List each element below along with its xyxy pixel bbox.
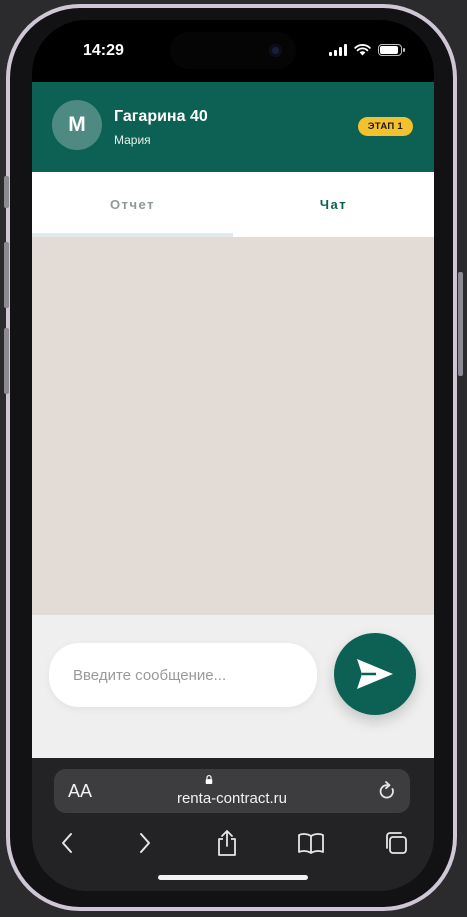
back-button[interactable] — [52, 828, 82, 858]
bookmarks-button[interactable] — [296, 828, 326, 858]
stage-badge: ЭТАП 1 — [357, 117, 413, 136]
send-icon — [357, 659, 393, 689]
side-button-power — [458, 272, 463, 376]
chat-messages-area[interactable] — [32, 237, 434, 615]
cellular-signal-icon — [329, 44, 347, 56]
status-bar: 14:29 — [32, 20, 434, 82]
status-time: 14:29 — [83, 42, 124, 59]
forward-icon — [140, 833, 150, 853]
lock-icon — [205, 775, 213, 784]
battery-icon — [378, 44, 405, 56]
side-button-action — [4, 176, 9, 208]
tab-bar: Отчет Чат — [32, 172, 434, 237]
tabs-button[interactable] — [381, 828, 411, 858]
phone-screen: 14:29 M Гагарина 40 Мария ЭТАП 1 Отчет Ч… — [32, 20, 434, 891]
home-indicator[interactable] — [158, 875, 308, 880]
send-button[interactable] — [334, 633, 416, 715]
address-bar[interactable]: AA renta-contract.ru — [54, 769, 410, 813]
forward-button[interactable] — [130, 828, 160, 858]
chat-title: Гагарина 40 — [114, 108, 208, 125]
tabs-icon — [386, 832, 407, 854]
browser-chrome: AA renta-contract.ru — [32, 758, 434, 891]
avatar[interactable]: M — [52, 100, 102, 150]
bookmarks-icon — [298, 833, 324, 854]
reload-icon[interactable] — [378, 781, 396, 801]
share-button[interactable] — [212, 828, 242, 858]
tab-report[interactable]: Отчет — [32, 172, 233, 237]
camera-icon — [269, 44, 282, 57]
url-text[interactable]: renta-contract.ru — [54, 790, 410, 807]
dynamic-island — [170, 32, 296, 69]
chat-subtitle: Мария — [114, 133, 151, 147]
browser-toolbar — [32, 828, 434, 864]
back-icon — [62, 833, 72, 853]
wifi-icon — [354, 44, 371, 56]
message-composer — [32, 615, 434, 758]
status-icons — [329, 42, 405, 58]
message-input[interactable] — [49, 643, 317, 707]
side-button-volume-up — [4, 242, 9, 308]
tab-chat[interactable]: Чат — [233, 172, 434, 237]
side-button-volume-down — [4, 328, 9, 394]
share-icon — [218, 830, 236, 856]
chat-header: M Гагарина 40 Мария ЭТАП 1 — [32, 82, 434, 172]
